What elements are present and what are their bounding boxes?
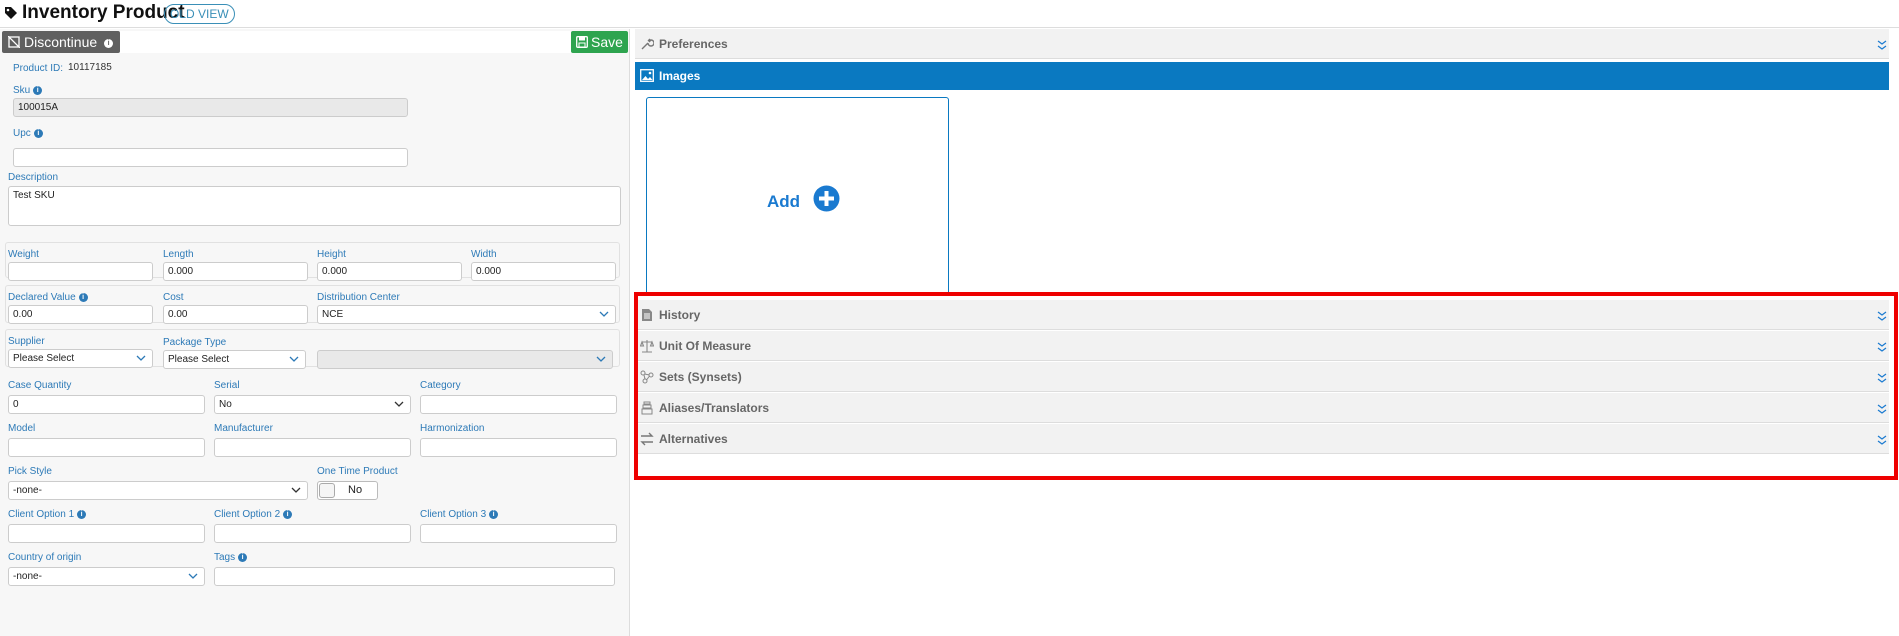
save-label: Save [591,34,623,50]
chevron-down-icon [136,355,146,361]
images-label: Images [659,69,701,83]
country-of-origin-label: Country of origin [8,552,82,563]
preferences-section[interactable]: Preferences [635,29,1889,59]
package-type-select[interactable]: Please Select [163,350,306,369]
width-input[interactable]: 0.000 [471,262,616,281]
serial-label: Serial [214,380,240,391]
case-quantity-input[interactable]: 0 [8,395,205,414]
height-label: Height [317,249,346,260]
country-of-origin-value: -none- [13,571,42,582]
description-label: Description [8,172,59,183]
client-option-2-label: Client Option 2i [214,509,293,520]
model-input[interactable] [8,438,205,457]
save-icon [576,36,588,48]
preferences-label: Preferences [659,37,728,51]
manufacturer-input[interactable] [214,438,411,457]
weight-label: Weight [8,249,39,260]
pick-style-label: Pick Style [8,466,52,477]
model-label: Model [8,423,36,434]
info-icon[interactable]: i [77,509,87,519]
declared-value-input[interactable]: 0.00 [8,305,153,324]
chevron-double-down-icon [1877,40,1887,50]
harmonization-input[interactable] [420,438,617,457]
package-type-label: Package Type [163,337,227,348]
supplier-label: Supplier [8,336,45,347]
discontinue-icon [8,36,20,48]
category-input[interactable] [420,395,617,414]
supplier-value: Please Select [13,353,75,364]
page-title: Inventory Product [22,2,185,23]
package-subtype-select[interactable] [317,350,613,369]
description-textarea[interactable]: Test SKU [8,186,621,226]
chevron-down-icon [289,356,299,362]
one-time-product-label: One Time Product [317,466,398,477]
chevron-down-icon [599,311,609,317]
upc-input[interactable] [13,148,408,167]
info-icon[interactable]: i [489,509,499,519]
chevron-down-icon [596,356,606,362]
cost-label: Cost [163,292,184,303]
weight-input[interactable] [8,262,153,281]
tags-input[interactable] [214,567,615,586]
client-option-3-label: Client Option 3i [420,509,499,520]
info-icon[interactable]: i [33,85,43,95]
length-label: Length [163,249,194,260]
serial-select[interactable]: No [214,395,411,414]
manufacturer-label: Manufacturer [214,423,273,434]
toggle-knob [319,483,335,498]
highlight-annotation [634,292,1898,480]
form-toolbar: Discontinue i Save [2,31,628,53]
product-id-value: 10117185 [68,62,112,73]
client-option-1-label: Client Option 1i [8,509,87,520]
client-option-3-input[interactable] [420,524,617,543]
images-section-header[interactable]: Images [635,62,1889,90]
product-id-label: Product ID: [13,63,64,74]
height-input[interactable]: 0.000 [317,262,462,281]
category-label: Category [420,380,461,391]
declared-value-label: Declared Value i [8,292,88,303]
page-header: Inventory Product OLD VIEW [0,0,1899,28]
distribution-center-label: Distribution Center [317,292,400,303]
info-icon[interactable]: i [78,292,88,302]
discontinue-button[interactable]: Discontinue i [2,31,120,53]
info-icon[interactable]: i [238,552,248,562]
image-icon [640,69,654,82]
info-icon[interactable]: i [33,128,43,138]
sku-label: Sku i [13,85,43,96]
length-input[interactable]: 0.000 [163,262,308,281]
country-of-origin-select[interactable]: -none- [8,567,205,586]
add-image-box[interactable]: Add [646,97,949,295]
one-time-product-toggle[interactable]: No [317,481,378,500]
pick-style-value: -none- [13,485,42,496]
info-icon[interactable]: i [283,509,293,519]
chevron-down-icon [188,573,198,579]
plus-circle-icon [813,185,840,212]
save-button[interactable]: Save [571,31,628,53]
upc-label: Upc i [13,128,43,139]
discontinue-label: Discontinue [24,34,98,50]
client-option-2-input[interactable] [214,524,411,543]
width-label: Width [471,249,497,260]
tag-icon [5,7,17,19]
product-form-panel: Discontinue i Save Product ID: 10117185 … [0,29,630,636]
chevron-down-icon [394,401,404,407]
cost-input[interactable]: 0.00 [163,305,308,324]
serial-value: No [219,399,232,410]
wrench-icon [641,38,654,50]
info-icon[interactable]: i [104,38,114,48]
package-type-value: Please Select [168,354,230,365]
tags-label: Tags i [214,552,248,563]
client-option-1-input[interactable] [8,524,205,543]
supplier-select[interactable]: Please Select [8,349,153,368]
pick-style-select[interactable]: -none- [8,481,308,500]
sku-input[interactable]: 100015A [13,98,408,117]
distribution-center-value: NCE [322,309,344,320]
case-quantity-label: Case Quantity [8,380,72,391]
chevron-down-icon [291,487,301,493]
harmonization-label: Harmonization [420,423,485,434]
one-time-product-value: No [348,484,363,496]
add-image-label: Add [767,192,801,211]
old-view-link[interactable]: OLD VIEW [164,4,235,24]
distribution-center-select[interactable]: NCE [317,305,616,324]
